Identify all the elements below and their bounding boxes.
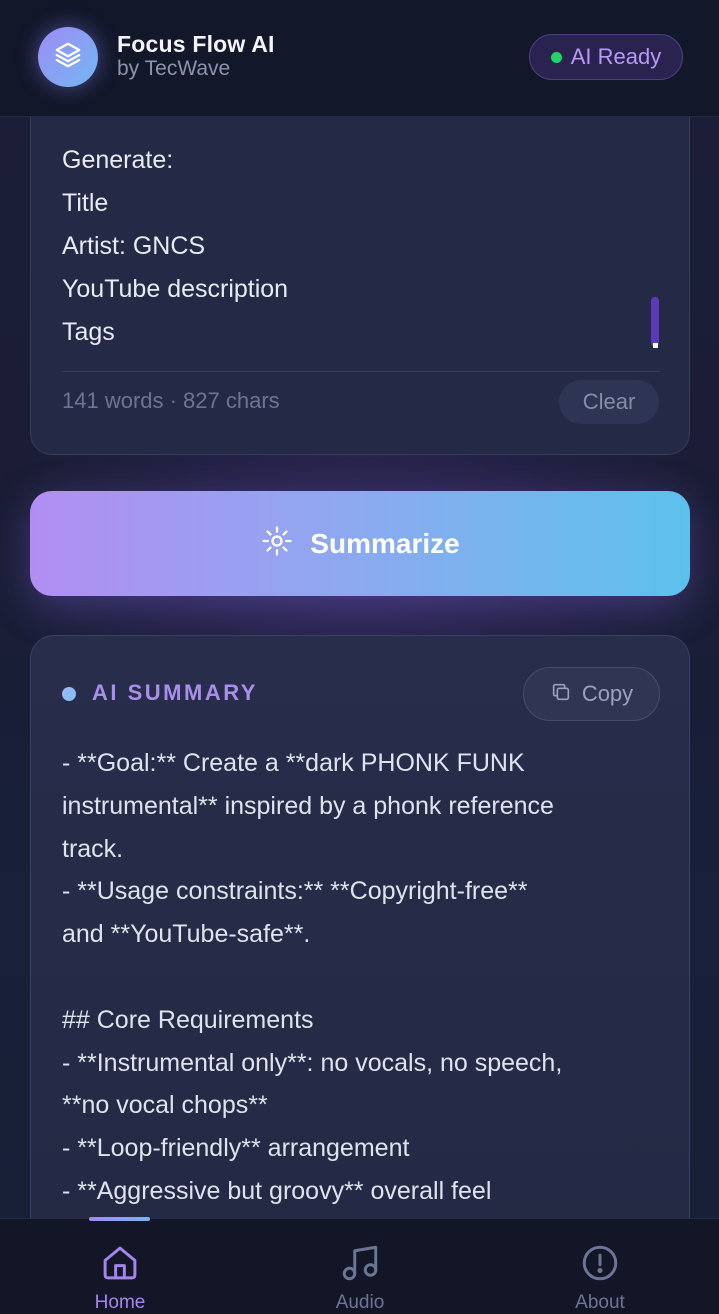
bottom-nav: Home Audio About <box>0 1217 719 1314</box>
resize-handle-icon[interactable] <box>653 343 658 348</box>
summary-dot-icon <box>62 687 76 701</box>
music-note-icon <box>338 1241 382 1285</box>
summary-line: - **Aggressive but groovy** overall feel <box>62 1176 492 1205</box>
summary-line: - **Instrumental only**: no vocals, no s… <box>62 1048 563 1077</box>
app-subtitle: by TecWave <box>117 57 231 80</box>
app-title: Focus Flow AI <box>117 31 275 57</box>
home-icon <box>98 1241 142 1285</box>
word-char-counter: 141 words · 827 chars <box>62 388 280 413</box>
summary-line: and **YouTube-safe**. <box>62 920 311 949</box>
copy-button[interactable]: Copy <box>523 667 660 721</box>
app-logo <box>38 27 98 87</box>
summary-card: AI SUMMARY Copy - **Goal:** Create a **d… <box>30 635 690 1275</box>
input-scrollbar[interactable] <box>651 297 659 347</box>
nav-item-audio[interactable]: Audio <box>290 1219 430 1314</box>
summary-heading: AI SUMMARY <box>92 680 258 705</box>
copy-label: Copy <box>581 681 634 706</box>
nav-label-about: About <box>575 1292 625 1313</box>
nav-item-about[interactable]: About <box>530 1219 670 1314</box>
summary-line: - **Loop-friendly** arrangement <box>62 1134 410 1163</box>
text-input-area[interactable]: Generate: Title Artist: GNCS YouTube des… <box>62 139 622 354</box>
sparkle-icon <box>260 524 294 563</box>
summary-line: **no vocal chops** <box>62 1091 268 1120</box>
input-card: Generate: Title Artist: GNCS YouTube des… <box>30 90 690 455</box>
layers-icon <box>53 40 83 75</box>
summary-line: - **Goal:** Create a **dark PHONK FUNK <box>62 749 525 777</box>
nav-label-audio: Audio <box>335 1292 385 1313</box>
info-icon <box>578 1241 622 1285</box>
summarize-label: Summarize <box>310 527 460 559</box>
nav-item-home[interactable]: Home <box>50 1219 190 1314</box>
summary-line: instrumental** inspired by a phonk refer… <box>62 791 554 820</box>
summary-line: - **Usage constraints:** **Copyright-fre… <box>62 877 528 906</box>
summarize-button[interactable]: Summarize <box>30 491 690 596</box>
summary-line: ## Core Requirements <box>62 1005 314 1034</box>
summary-text: - **Goal:** Create a **dark PHONK FUNK i… <box>62 742 662 1213</box>
status-dot-icon <box>550 51 562 63</box>
input-line: Generate: <box>62 146 174 174</box>
copy-icon <box>550 681 572 708</box>
input-line: Artist: GNCS <box>62 232 206 260</box>
nav-label-home: Home <box>94 1292 146 1313</box>
status-badge: AI Ready <box>529 34 683 80</box>
divider <box>62 371 660 372</box>
clear-button[interactable]: Clear <box>559 380 659 424</box>
input-line: YouTube description <box>62 275 289 303</box>
input-line: Tags <box>62 318 115 346</box>
app-header: Focus Flow AI by TecWave AI Ready <box>0 0 719 117</box>
input-line: Title <box>62 189 109 217</box>
summary-line <box>62 956 662 999</box>
status-label: AI Ready <box>570 44 662 69</box>
summary-line: track. <box>62 834 124 863</box>
